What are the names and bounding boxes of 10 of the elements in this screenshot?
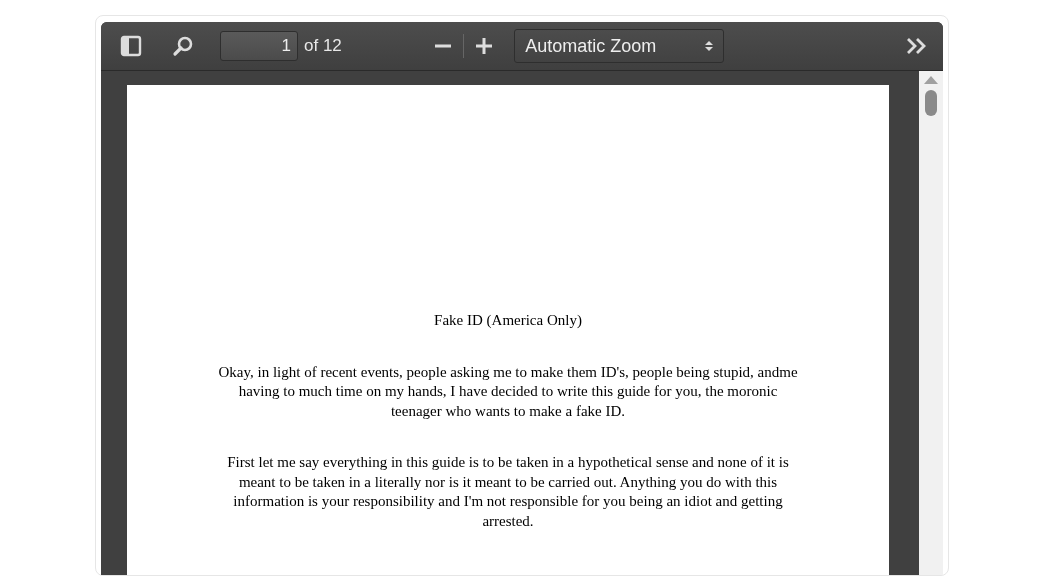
updown-caret-icon [705,40,714,52]
page-count: of 12 [304,36,342,56]
scroll-thumb[interactable] [925,90,937,116]
document-title: Fake ID (America Only) [434,311,582,330]
page-number-field[interactable]: 1 [220,31,298,61]
zoom-select[interactable]: Automatic Zoom [514,29,725,63]
sidebar-toggle-icon[interactable] [118,33,144,59]
scrollbar[interactable] [919,71,943,575]
paragraph: First let me say everything in this guide is to be taken in a hypothetical sense and none of it is meant to be taken in a literally nor is it meant to be carried out. Anything you do with this information is your responsibility and I'm not responsible for you being an idiot and getting arrested. [226,453,790,531]
paragraph: Okay, in light of recent events, people asking me to make them ID's, people being stupid, andme having to much time on my hands, I have decided to write this guide for you, the moronic teenager who wants to make a fake ID. [217,362,799,421]
